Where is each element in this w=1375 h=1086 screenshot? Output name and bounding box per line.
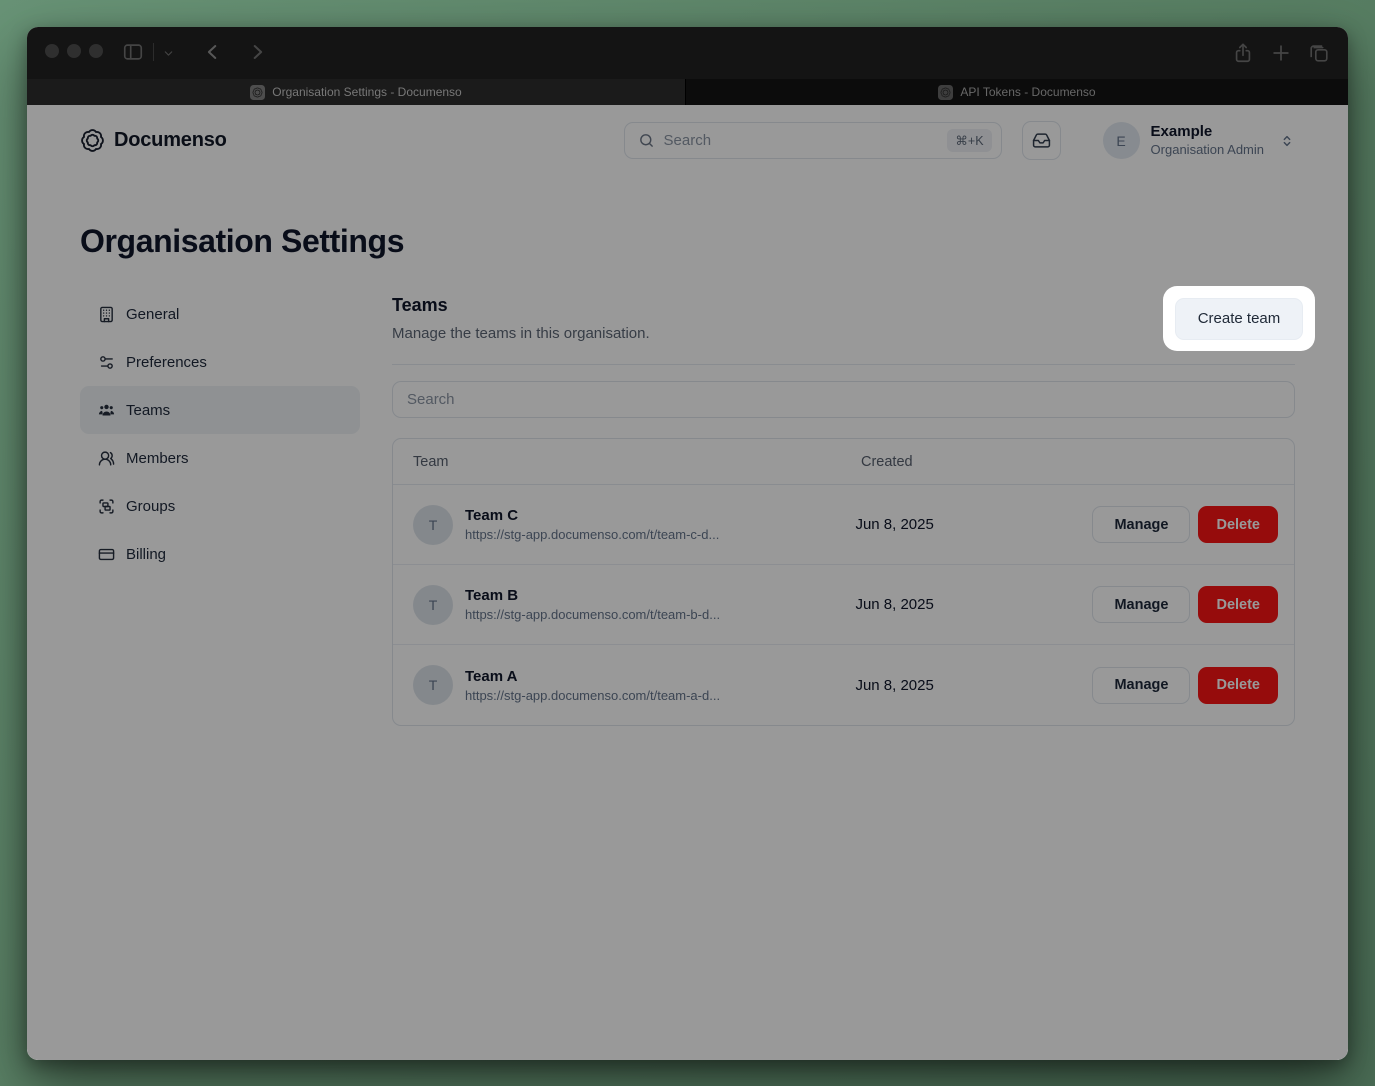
documenso-favicon: [938, 85, 953, 100]
share-icon[interactable]: [1232, 42, 1254, 64]
tab-api-tokens[interactable]: API Tokens - Documenso: [686, 79, 1348, 105]
sidebar-toggle-icon[interactable]: [122, 41, 144, 63]
minimize-button[interactable]: [67, 44, 81, 58]
toolbar-divider: [153, 43, 154, 61]
create-team-spotlight: Create team: [1163, 286, 1315, 351]
chevron-down-icon[interactable]: [163, 48, 174, 59]
tab-organisation-settings[interactable]: Organisation Settings - Documenso: [27, 79, 686, 105]
tab-label: Organisation Settings - Documenso: [272, 85, 461, 99]
back-button[interactable]: [202, 41, 224, 63]
zoom-button[interactable]: [89, 44, 103, 58]
desktop-background: Organisation Settings - Documenso API To…: [0, 0, 1375, 1086]
tab-label: API Tokens - Documenso: [960, 85, 1095, 99]
window-controls: [45, 44, 103, 58]
create-team-button[interactable]: Create team: [1175, 298, 1304, 340]
web-content: Documenso ⌘+K E Example Org: [27, 105, 1348, 1060]
new-tab-button[interactable]: [1270, 42, 1292, 64]
documenso-favicon: [250, 85, 265, 100]
tab-strip: Organisation Settings - Documenso API To…: [27, 79, 1348, 105]
close-button[interactable]: [45, 44, 59, 58]
browser-window: Organisation Settings - Documenso API To…: [27, 27, 1348, 1060]
browser-titlebar: [27, 27, 1348, 79]
dim-overlay: [27, 105, 1348, 1060]
forward-button[interactable]: [246, 41, 268, 63]
tab-overview-icon[interactable]: [1308, 42, 1330, 64]
